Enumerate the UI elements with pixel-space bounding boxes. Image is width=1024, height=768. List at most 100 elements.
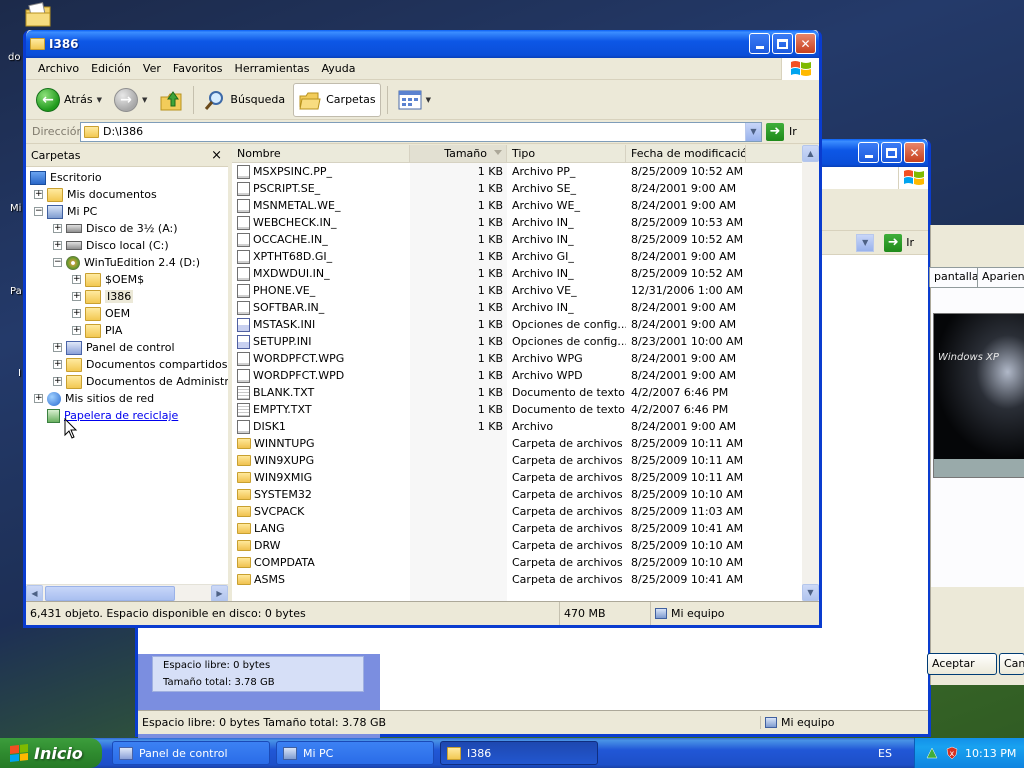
desktop-folder-icon[interactable]	[24, 2, 52, 28]
expand-icon[interactable]: +	[53, 241, 62, 250]
file-name-cell[interactable]: OCCACHE.IN_	[232, 232, 410, 247]
folders-button[interactable]: Carpetas	[293, 82, 381, 117]
file-row[interactable]: MXDWDUI.IN_ 1 KB Archivo IN_ 8/25/2009 10:5…	[232, 265, 802, 282]
address-field[interactable]: D:\I386 ▼	[80, 121, 762, 142]
tree-item-mis-sitios-de-red[interactable]: + Mis sitios de red	[34, 390, 154, 407]
scroll-thumb[interactable]	[45, 585, 175, 601]
tree-item-escritorio[interactable]: Escritorio	[30, 169, 102, 186]
tree-item-disco-c[interactable]: + Disco local (C:)	[53, 237, 169, 254]
clock[interactable]: 10:13 PM	[965, 747, 1016, 760]
file-row[interactable]: SYSTEM32 Carpeta de archivos 8/25/2009 10:…	[232, 486, 802, 503]
file-row[interactable]: MSXPSINC.PP_ 1 KB Archivo PP_ 8/25/2009 10:…	[232, 163, 802, 180]
file-row[interactable]: LANG Carpeta de archivos 8/25/2009 10:41 A…	[232, 520, 802, 537]
file-name-cell[interactable]: WIN9XMIG	[232, 471, 410, 484]
taskbar-button-mi-pc[interactable]: Mi PC	[276, 741, 434, 765]
file-row[interactable]: SVCPACK Carpeta de archivos 8/25/2009 11:0…	[232, 503, 802, 520]
up-folder-button[interactable]	[155, 83, 187, 117]
file-row[interactable]: WIN9XUPG Carpeta de archivos 8/25/2009 10:…	[232, 452, 802, 469]
menu-archivo[interactable]: Archivo	[32, 60, 85, 77]
file-row[interactable]: WORDPFCT.WPD 1 KB Archivo WPD 8/24/2001 9:0…	[232, 367, 802, 384]
file-row[interactable]: WEBCHECK.IN_ 1 KB Archivo IN_ 8/25/2009 10:…	[232, 214, 802, 231]
file-name-cell[interactable]: DISK1	[232, 419, 410, 434]
file-name-cell[interactable]: EMPTY.TXT	[232, 402, 410, 417]
file-row[interactable]: MSTASK.INI 1 KB Opciones de config... 8/24/…	[232, 316, 802, 333]
file-row[interactable]: SOFTBAR.IN_ 1 KB Archivo IN_ 8/24/2001 9:00…	[232, 299, 802, 316]
security-shield-icon[interactable]: x	[945, 746, 959, 760]
close-button[interactable]: ✕	[795, 33, 816, 54]
tree-item-disco-a[interactable]: + Disco de 3½ (A:)	[53, 220, 178, 237]
column-header-type[interactable]: Tipo	[507, 145, 626, 162]
file-row[interactable]: PSCRIPT.SE_ 1 KB Archivo SE_ 8/24/2001 9:00…	[232, 180, 802, 197]
address-dropdown-button[interactable]: ▼	[745, 122, 761, 141]
column-header-name[interactable]: Nombre	[232, 145, 410, 162]
file-row[interactable]: WINNTUPG Carpeta de archivos 8/25/2009 10:…	[232, 435, 802, 452]
menu-favoritos[interactable]: Favoritos	[167, 60, 229, 77]
maximize-button[interactable]	[881, 142, 902, 163]
go-arrow-icon[interactable]: ➜	[884, 233, 903, 252]
file-name-cell[interactable]: PHONE.VE_	[232, 283, 410, 298]
forward-button[interactable]: → ▼	[110, 83, 151, 117]
tree-horizontal-scrollbar[interactable]: ◀ ▶	[26, 584, 228, 602]
go-button-label[interactable]: Ir	[906, 236, 914, 249]
display-properties-dialog[interactable]: pantalla Aparienci Windows XP Aceptar Ca…	[927, 225, 1024, 685]
scroll-up-icon[interactable]: ▲	[802, 145, 819, 162]
file-row[interactable]: DRW Carpeta de archivos 8/25/2009 10:10 AM	[232, 537, 802, 554]
chevron-down-icon[interactable]: ▼	[142, 96, 147, 104]
address-dropdown-button[interactable]: ▼	[856, 233, 875, 252]
chevron-down-icon[interactable]: ▼	[97, 96, 102, 104]
file-row[interactable]: SETUPP.INI 1 KB Opciones de config... 8/23/…	[232, 333, 802, 350]
expand-icon[interactable]: +	[72, 309, 81, 318]
file-row[interactable]: COMPDATA Carpeta de archivos 8/25/2009 10:…	[232, 554, 802, 571]
collapse-icon[interactable]: −	[34, 207, 43, 216]
minimize-button[interactable]	[858, 142, 879, 163]
tree-item-mi-pc[interactable]: − Mi PC	[34, 203, 97, 220]
back-button[interactable]: ← Atrás ▼	[32, 83, 106, 117]
file-row[interactable]: WIN9XMIG Carpeta de archivos 8/25/2009 10:…	[232, 469, 802, 486]
menu-edicion[interactable]: Edición	[85, 60, 137, 77]
scroll-right-icon[interactable]: ▶	[211, 584, 228, 602]
file-name-cell[interactable]: WINNTUPG	[232, 437, 410, 450]
network-status-icon[interactable]	[925, 746, 939, 760]
scroll-left-icon[interactable]: ◀	[26, 584, 43, 602]
maximize-button[interactable]	[772, 33, 793, 54]
menu-ver[interactable]: Ver	[137, 60, 167, 77]
tree-item-oem-dollar[interactable]: + $OEM$	[72, 271, 144, 288]
cancel-button[interactable]: Can	[999, 653, 1024, 675]
accept-button[interactable]: Aceptar	[927, 653, 997, 675]
file-name-cell[interactable]: SETUPP.INI	[232, 334, 410, 349]
search-button[interactable]: Búsqueda	[200, 83, 289, 117]
start-button[interactable]: Inicio	[0, 738, 102, 768]
file-name-cell[interactable]: XPTHT68D.GI_	[232, 249, 410, 264]
expand-icon[interactable]: +	[53, 377, 62, 386]
tree-item-mis-documentos[interactable]: + Mis documentos	[34, 186, 157, 203]
language-indicator[interactable]: ES	[878, 747, 892, 760]
file-row[interactable]: EMPTY.TXT 1 KB Documento de texto 4/2/2007 …	[232, 401, 802, 418]
close-button[interactable]: ✕	[904, 142, 925, 163]
file-name-cell[interactable]: WEBCHECK.IN_	[232, 215, 410, 230]
window-titlebar[interactable]: I386 ✕	[26, 30, 819, 58]
file-row[interactable]: ASMS Carpeta de archivos 8/25/2009 10:41 A…	[232, 571, 802, 588]
file-name-cell[interactable]: PSCRIPT.SE_	[232, 181, 410, 196]
tree-item-pia[interactable]: + PIA	[72, 322, 122, 339]
file-name-cell[interactable]: SOFTBAR.IN_	[232, 300, 410, 315]
expand-icon[interactable]: +	[34, 190, 43, 199]
file-row[interactable]: DISK1 1 KB Archivo 8/24/2001 9:00 AM	[232, 418, 802, 435]
expand-icon[interactable]: +	[53, 360, 62, 369]
menu-herramientas[interactable]: Herramientas	[229, 60, 316, 77]
file-name-cell[interactable]: WORDPFCT.WPG	[232, 351, 410, 366]
expand-icon[interactable]: +	[53, 224, 62, 233]
tab-apariencia[interactable]: Aparienci	[977, 267, 1024, 287]
file-name-cell[interactable]: WIN9XUPG	[232, 454, 410, 467]
file-name-cell[interactable]: COMPDATA	[232, 556, 410, 569]
expand-icon[interactable]: +	[72, 326, 81, 335]
file-row[interactable]: MSNMETAL.WE_ 1 KB Archivo WE_ 8/24/2001 9:0…	[232, 197, 802, 214]
tree-item-documentos-administrador[interactable]: + Documentos de Administrador	[53, 373, 228, 390]
file-name-cell[interactable]: BLANK.TXT	[232, 385, 410, 400]
close-pane-icon[interactable]: ×	[211, 148, 222, 163]
file-row[interactable]: BLANK.TXT 1 KB Documento de texto 4/2/2007 …	[232, 384, 802, 401]
tree-item-oem[interactable]: + OEM	[72, 305, 130, 322]
tree-item-documentos-compartidos[interactable]: + Documentos compartidos	[53, 356, 228, 373]
go-button[interactable]: ➜ Ir	[766, 122, 797, 141]
minimize-button[interactable]	[749, 33, 770, 54]
taskbar-button-i386[interactable]: I386	[440, 741, 598, 765]
